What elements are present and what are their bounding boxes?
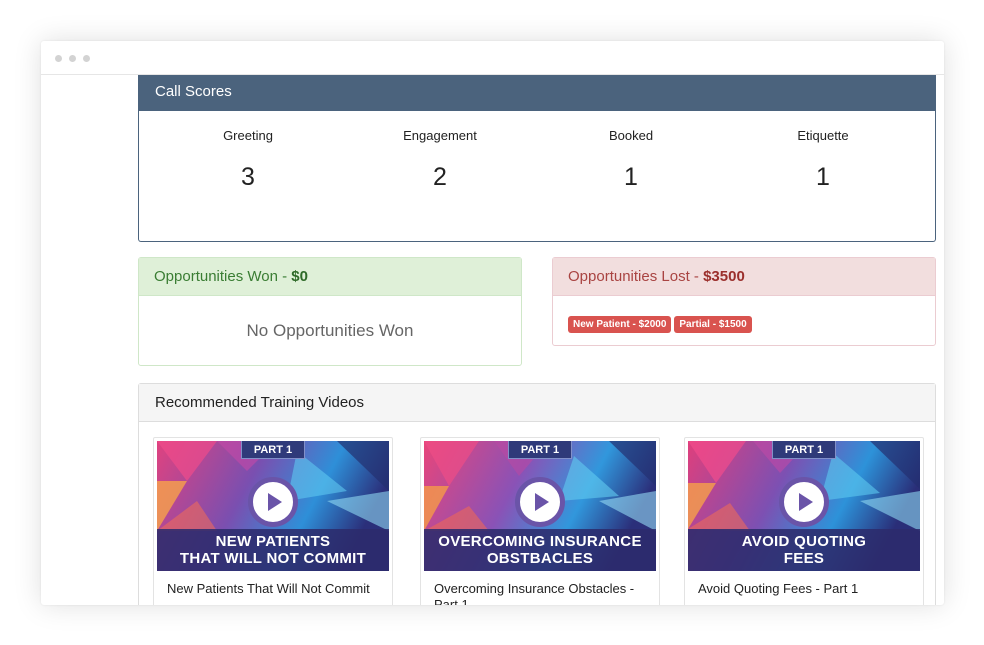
opportunities-lost-title: Opportunities Lost - $3500 xyxy=(553,258,935,296)
training-videos-title: Recommended Training Videos xyxy=(139,384,935,422)
video-caption[interactable]: Overcoming Insurance Obstacles - Part 1 xyxy=(434,581,648,605)
training-videos-panel: Recommended Training Videos PART 1 NEW P… xyxy=(138,383,936,605)
opportunities-won-amount: $0 xyxy=(291,268,308,285)
score-value: 1 xyxy=(816,163,830,191)
no-opportunities-text: No Opportunities Won xyxy=(246,321,414,340)
part-tag: PART 1 xyxy=(241,441,305,459)
score-engagement: Engagement 2 xyxy=(345,111,535,192)
thumbnail-title: NEW PATIENTS THAT WILL NOT COMMIT xyxy=(157,529,389,571)
thumbnail-title-line: FEES xyxy=(783,550,825,567)
window-dot-icon xyxy=(69,55,76,62)
opportunities-lost-label: Opportunities Lost - xyxy=(568,268,704,285)
thumbnail-title-line: AVOID QUOTING xyxy=(741,533,867,550)
opportunities-won-panel: Opportunities Won - $0 No Opportunities … xyxy=(138,257,522,366)
thumbnail-title: AVOID QUOTING FEES xyxy=(688,529,920,571)
play-icon[interactable] xyxy=(248,477,298,527)
call-scores-panel: Call Scores Greeting 3 Engagement 2 Book… xyxy=(138,75,936,242)
call-scores-title: Call Scores xyxy=(139,75,935,111)
score-label: Engagement xyxy=(403,128,477,143)
play-icon[interactable] xyxy=(515,477,565,527)
window-dot-icon xyxy=(55,55,62,62)
video-card[interactable]: PART 1 NEW PATIENTS THAT WILL NOT COMMIT… xyxy=(153,437,393,605)
video-caption[interactable]: New Patients That Will Not Commit xyxy=(167,581,381,597)
thumbnail-title-line: OVERCOMING INSURANCE xyxy=(438,533,642,550)
score-label: Etiquette xyxy=(797,128,849,143)
video-thumbnail[interactable]: PART 1 OVERCOMING INSURANCE OBSTBACLES xyxy=(424,441,656,571)
score-value: 2 xyxy=(433,163,447,191)
video-caption[interactable]: Avoid Quoting Fees - Part 1 xyxy=(698,581,912,597)
score-greeting: Greeting 3 xyxy=(153,111,343,192)
window-titlebar xyxy=(41,41,944,75)
browser-window: Call Scores Greeting 3 Engagement 2 Book… xyxy=(41,41,944,605)
opportunities-won-label: Opportunities Won - xyxy=(154,268,292,285)
play-icon[interactable] xyxy=(779,477,829,527)
opportunities-lost-amount: $3500 xyxy=(703,268,745,285)
video-card[interactable]: PART 1 AVOID QUOTING FEES Avoid Quoting … xyxy=(684,437,924,605)
opportunities-lost-panel: Opportunities Lost - $3500 New Patient -… xyxy=(552,257,936,346)
lost-badge-partial: Partial - $1500 xyxy=(674,316,752,333)
thumbnail-title-line: THAT WILL NOT COMMIT xyxy=(179,550,367,567)
video-card[interactable]: PART 1 OVERCOMING INSURANCE OBSTBACLES O… xyxy=(420,437,660,605)
part-tag: PART 1 xyxy=(772,441,836,459)
score-value: 1 xyxy=(624,163,638,191)
score-booked: Booked 1 xyxy=(536,111,726,192)
thumbnail-title: OVERCOMING INSURANCE OBSTBACLES xyxy=(424,529,656,571)
score-label: Booked xyxy=(608,128,654,143)
part-tag: PART 1 xyxy=(508,441,572,459)
score-label: Greeting xyxy=(223,128,273,143)
video-thumbnail[interactable]: PART 1 AVOID QUOTING FEES xyxy=(688,441,920,571)
score-etiquette: Etiquette 1 xyxy=(728,111,918,192)
lost-badges: New Patient - $2000 Partial - $1500 xyxy=(553,296,935,333)
lost-badge-new-patient: New Patient - $2000 xyxy=(568,316,672,333)
video-thumbnail[interactable]: PART 1 NEW PATIENTS THAT WILL NOT COMMIT xyxy=(157,441,389,571)
window-dot-icon xyxy=(83,55,90,62)
page-content: Call Scores Greeting 3 Engagement 2 Book… xyxy=(41,75,944,605)
score-value: 3 xyxy=(241,163,255,191)
opportunities-won-title: Opportunities Won - $0 xyxy=(139,258,521,296)
thumbnail-title-line: OBSTBACLES xyxy=(486,550,594,567)
thumbnail-title-line: NEW PATIENTS xyxy=(215,533,331,550)
